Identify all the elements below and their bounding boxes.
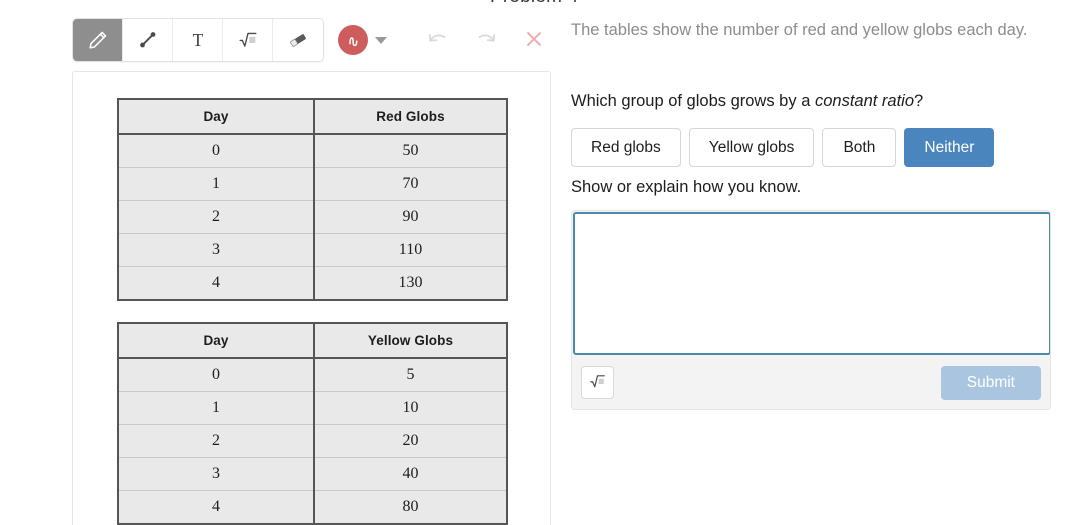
- math-tool-button[interactable]: [223, 19, 273, 61]
- cell-day: 1: [118, 391, 315, 425]
- problem-page: Problem 4: [0, 0, 1087, 525]
- question-emphasis: constant ratio: [814, 92, 915, 110]
- cell-day: 3: [118, 233, 315, 267]
- color-picker-group: [338, 25, 387, 55]
- table-row: 1 10: [118, 391, 507, 425]
- drawing-canvas[interactable]: Day Red Globs 0 50 1 70 2 90 3 110 4 130…: [72, 71, 551, 525]
- table-row: 2 20: [118, 424, 507, 458]
- red-globs-table: Day Red Globs 0 50 1 70 2 90 3 110 4 130: [117, 98, 508, 301]
- cell-day: 0: [118, 357, 315, 392]
- table-row: 2 90: [118, 200, 507, 234]
- answer-box: Submit: [571, 210, 1051, 410]
- cell-value: 90: [314, 200, 507, 234]
- column-header-red-globs: Red Globs: [314, 99, 507, 135]
- yellow-globs-table: Day Yellow Globs 0 5 1 10 2 20 3 40 4 80: [117, 322, 508, 525]
- cell-value: 50: [314, 133, 507, 168]
- cell-value: 110: [314, 233, 507, 267]
- cell-day: 3: [118, 457, 315, 491]
- eraser-icon: [287, 29, 309, 51]
- redo-button[interactable]: [473, 27, 499, 53]
- svg-text:T: T: [192, 30, 203, 50]
- undo-arrow-icon: [426, 29, 450, 52]
- stroke-squiggle-icon: [348, 36, 357, 46]
- drawing-toolbar: T: [72, 18, 547, 62]
- line-segment-icon: [137, 29, 159, 51]
- eraser-tool-button[interactable]: [273, 19, 323, 61]
- color-picker-swatch[interactable]: [338, 25, 368, 55]
- cell-value: 130: [314, 266, 507, 300]
- choice-both[interactable]: Both: [822, 128, 897, 167]
- table-header-row: Day Yellow Globs: [118, 323, 507, 359]
- cell-day: 0: [118, 133, 315, 168]
- work-pane: T Day Red Globs 0 50 1 70 2 90 3 110 4 1…: [0, 0, 560, 525]
- column-header-yellow-globs: Yellow Globs: [314, 323, 507, 359]
- choice-yellow-globs[interactable]: Yellow globs: [688, 128, 815, 167]
- tool-button-group: T: [72, 18, 324, 62]
- line-tool-button[interactable]: [123, 19, 173, 61]
- table-row: 4 130: [118, 266, 507, 300]
- square-root-icon: [237, 29, 259, 51]
- question-text-pre: Which group of globs grows by a: [571, 92, 815, 110]
- explain-label: Show or explain how you know.: [571, 178, 802, 196]
- cell-value: 20: [314, 424, 507, 458]
- pencil-tool-button[interactable]: [73, 19, 123, 61]
- prompt-text: The tables show the number of red and ye…: [571, 21, 1028, 39]
- table-row: 0 5: [118, 357, 507, 392]
- math-input-button[interactable]: [581, 366, 614, 399]
- column-header-day: Day: [118, 323, 315, 359]
- explanation-textarea[interactable]: [573, 212, 1050, 355]
- cell-value: 80: [314, 490, 507, 524]
- clear-button[interactable]: [521, 27, 547, 53]
- square-root-icon: [588, 372, 607, 394]
- cell-day: 2: [118, 200, 315, 234]
- chevron-down-icon[interactable]: [375, 36, 387, 44]
- text-tool-button[interactable]: T: [173, 19, 223, 61]
- cell-day: 1: [118, 167, 315, 201]
- cell-value: 40: [314, 457, 507, 491]
- question-text: Which group of globs grows by a constant…: [571, 89, 1041, 113]
- table-row: 1 70: [118, 167, 507, 201]
- table-header-row: Day Red Globs: [118, 99, 507, 135]
- answer-action-bar: Submit: [572, 356, 1050, 409]
- cell-day: 4: [118, 266, 315, 300]
- submit-button[interactable]: Submit: [940, 365, 1041, 400]
- cell-value: 5: [314, 357, 507, 392]
- table-row: 4 80: [118, 490, 507, 524]
- question-pane: The tables show the number of red and ye…: [571, 0, 1071, 525]
- choice-neither[interactable]: Neither: [904, 128, 995, 167]
- pencil-icon: [87, 29, 109, 51]
- history-button-group: [425, 27, 547, 53]
- choice-red-globs[interactable]: Red globs: [571, 128, 681, 167]
- text-T-icon: T: [187, 29, 209, 51]
- close-x-icon: [523, 28, 545, 53]
- table-row: 3 40: [118, 457, 507, 491]
- table-row: 0 50: [118, 133, 507, 168]
- cell-day: 4: [118, 490, 315, 524]
- answer-choice-group: Red globs Yellow globs Both Neither: [571, 128, 1002, 167]
- column-header-day: Day: [118, 99, 315, 135]
- cell-value: 10: [314, 391, 507, 425]
- redo-arrow-icon: [474, 29, 498, 52]
- cell-day: 2: [118, 424, 315, 458]
- question-text-post: ?: [914, 92, 924, 110]
- cell-value: 70: [314, 167, 507, 201]
- table-row: 3 110: [118, 233, 507, 267]
- undo-button[interactable]: [425, 27, 451, 53]
